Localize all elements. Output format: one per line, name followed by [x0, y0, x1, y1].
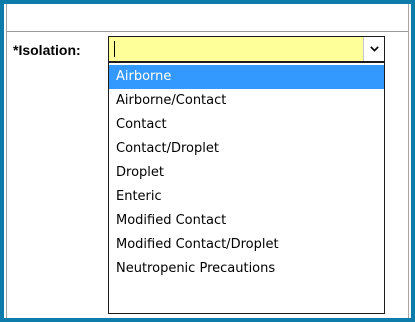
option-airborne-contact[interactable]: Airborne/Contact — [109, 89, 384, 113]
chevron-down-icon — [370, 46, 379, 52]
option-droplet[interactable]: Droplet — [109, 161, 384, 185]
isolation-options-list: Airborne Airborne/Contact Contact Contact/D… — [108, 62, 385, 314]
option-contact-droplet[interactable]: Contact/Droplet — [109, 137, 384, 161]
option-modified-contact-droplet[interactable]: Modified Contact/Droplet — [109, 233, 384, 257]
option-neutropenic-precautions[interactable]: Neutropenic Precautions — [109, 257, 384, 281]
option-modified-contact[interactable]: Modified Contact — [109, 209, 384, 233]
dropdown-toggle-button[interactable] — [363, 37, 384, 61]
option-airborne[interactable]: Airborne — [109, 65, 384, 89]
text-cursor — [114, 41, 115, 57]
option-enteric[interactable]: Enteric — [109, 185, 384, 209]
isolation-combobox[interactable] — [108, 36, 385, 62]
header-divider — [7, 31, 408, 32]
isolation-label: *Isolation: — [13, 42, 81, 58]
option-contact[interactable]: Contact — [109, 113, 384, 137]
